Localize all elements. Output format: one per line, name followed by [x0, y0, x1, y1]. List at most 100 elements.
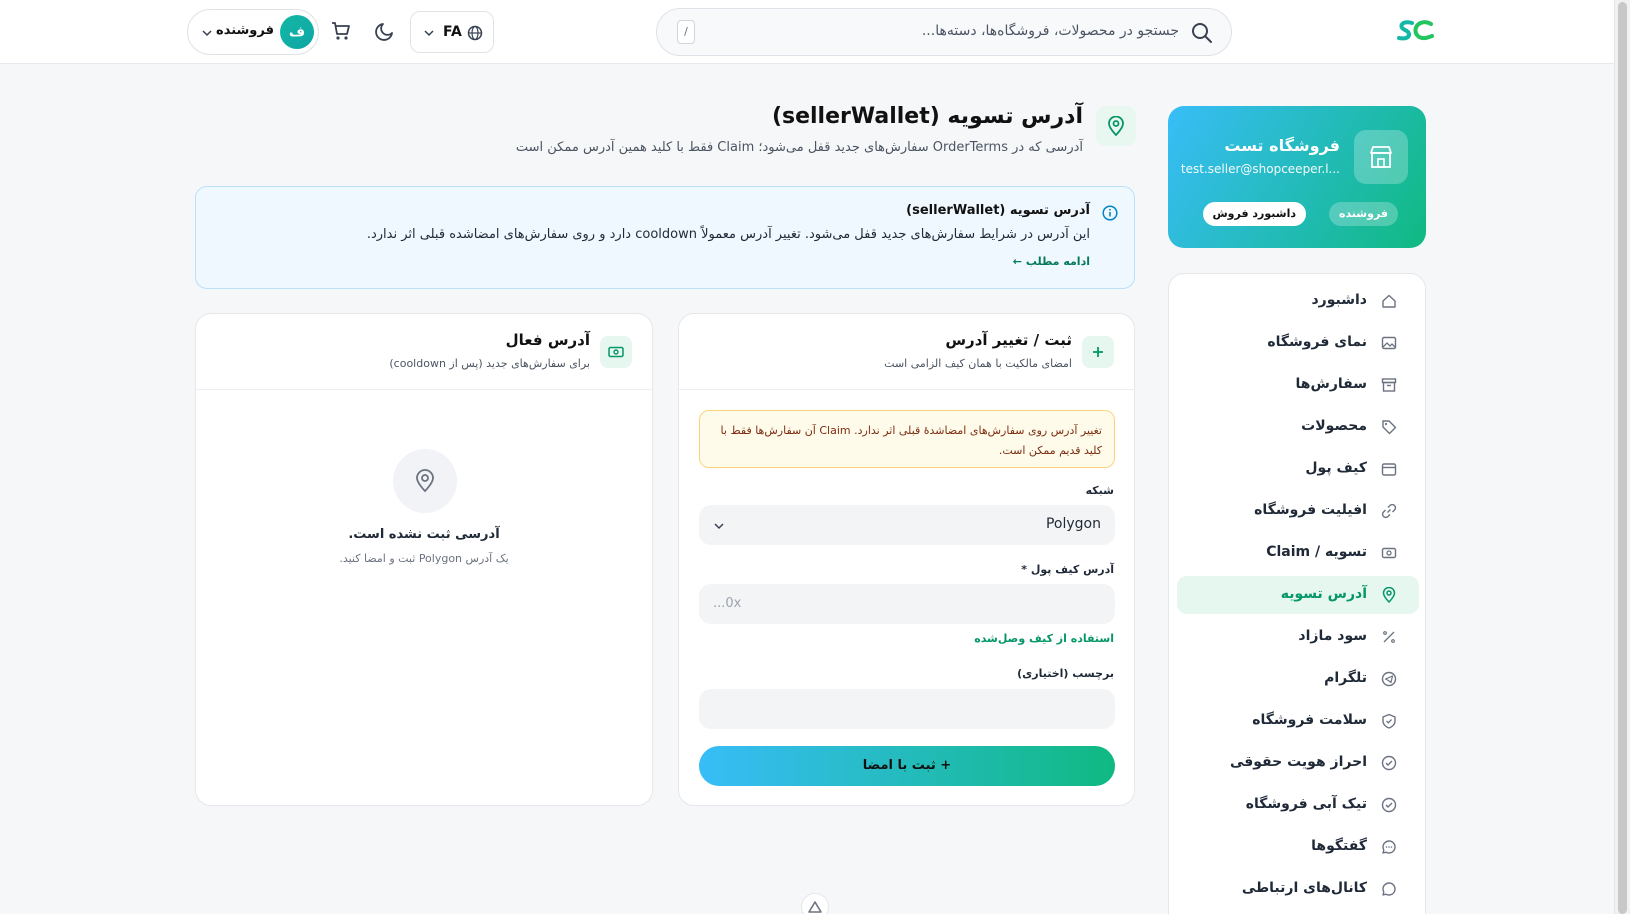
sidebar-item-label: سلامت فروشگاه — [1252, 712, 1367, 728]
search-bar[interactable]: جستجو در محصولات، فروشگاه‌ها، دسته‌ها...… — [656, 8, 1232, 56]
sidebar-item[interactable]: سفارش‌ها — [1177, 366, 1419, 404]
page-subtitle: آدرسی که در OrderTerms سفارش‌های جدید قف… — [515, 140, 1083, 155]
sidebar-item-label: تیک آبی فروشگاه — [1245, 796, 1367, 812]
shield-icon — [1382, 713, 1396, 729]
active-address-card: آدرس فعال برای سفارش‌های جدید (پس از coo… — [195, 313, 653, 806]
store-role-chip[interactable]: فروشنده — [1328, 202, 1398, 226]
read-more-link[interactable]: ادامه مطلب ← — [1013, 255, 1090, 268]
warning-box: تغییر آدرس روی سفارش‌های امضاشدهٔ قبلی ا… — [699, 410, 1115, 468]
banknote-icon — [608, 346, 624, 358]
moon-icon[interactable] — [373, 19, 397, 43]
check-circle-icon — [1381, 755, 1397, 771]
map-pin-icon — [1382, 587, 1396, 603]
message-circle-icon — [1382, 882, 1396, 896]
banknote-icon — [1381, 547, 1397, 559]
sidebar-item[interactable]: کیف پول — [1177, 450, 1419, 488]
archive-icon — [1381, 378, 1397, 392]
sidebar-item[interactable]: تلگرام — [1177, 660, 1419, 698]
use-connected-wallet-link[interactable]: استفاده از کیف وصل‌شده — [974, 632, 1114, 645]
sidebar-item[interactable]: افیلیت فروشگاه — [1177, 492, 1419, 530]
warning-text: تغییر آدرس روی سفارش‌های امضاشدهٔ قبلی ا… — [720, 424, 1102, 457]
sidebar-item[interactable]: سلامت فروشگاه — [1177, 702, 1419, 740]
language-selector[interactable]: FA — [410, 11, 494, 53]
sidebar-item[interactable]: نمای فروشگاه — [1177, 324, 1419, 362]
sidebar-item[interactable]: محصولات — [1177, 408, 1419, 446]
tag-input[interactable] — [699, 689, 1115, 729]
network-select[interactable]: Polygon — [699, 505, 1115, 545]
triangle-logo-icon — [808, 901, 822, 913]
image-icon — [1381, 336, 1397, 350]
wallet-address-input[interactable]: 0x... — [699, 584, 1115, 624]
plus-icon — [1093, 347, 1103, 357]
map-pin-icon — [1108, 116, 1124, 136]
empty-state-title: آدرسی ثبت نشده است. — [348, 527, 500, 542]
sidebar-item[interactable]: تیک آبی فروشگاه — [1177, 786, 1419, 824]
info-title: آدرس تسویه (sellerWallet) — [906, 203, 1090, 218]
language-label: FA — [443, 24, 462, 40]
card-icon-badge — [600, 336, 632, 368]
empty-state-icon — [393, 449, 457, 513]
sidebar-item[interactable]: کانال‌های ارتباطی — [1177, 870, 1419, 908]
search-placeholder: جستجو در محصولات، فروشگاه‌ها، دسته‌ها... — [921, 23, 1179, 39]
sidebar-item-label: آدرس تسویه — [1280, 586, 1367, 602]
sidebar-item-label: تلگرام — [1324, 670, 1367, 686]
wallet-icon — [1381, 463, 1397, 476]
chevron-down-icon — [424, 30, 434, 37]
cart-icon[interactable] — [329, 19, 353, 43]
info-banner: آدرس تسویه (sellerWallet) این آدرس در شر… — [195, 186, 1135, 289]
empty-state-subtitle: یک آدرس Polygon ثبت و امضا کنید. — [339, 552, 509, 565]
link-icon — [1381, 503, 1397, 519]
sales-dashboard-chip[interactable]: داشبورد فروش — [1202, 202, 1306, 226]
sidebar-item[interactable]: گفتگوها — [1177, 828, 1419, 866]
page-scrollbar[interactable] — [1614, 0, 1630, 914]
card-subtitle: برای سفارش‌های جدید (پس از cooldown) — [389, 357, 590, 370]
store-name: فروشگاه تست — [1224, 136, 1340, 155]
scrollbar-thumb[interactable] — [1618, 2, 1627, 914]
chevron-down-icon — [714, 523, 724, 530]
card-icon-badge — [1082, 336, 1114, 368]
user-role-label: فروشنده — [216, 23, 274, 38]
user-menu[interactable]: ف فروشنده — [187, 9, 319, 55]
info-icon — [1102, 205, 1118, 221]
badge-check-icon — [1381, 797, 1397, 813]
sidebar-item[interactable]: سود مازاد — [1177, 618, 1419, 656]
floating-toggle[interactable] — [801, 893, 829, 914]
tag-label: برچسب (اختیاری) — [1017, 667, 1114, 680]
info-text: این آدرس در شرایط سفارش‌های جدید قفل می‌… — [366, 227, 1090, 242]
sidebar-item-label: افیلیت فروشگاه — [1254, 502, 1367, 518]
network-value: Polygon — [1045, 516, 1101, 532]
card-title: آدرس فعال — [505, 331, 590, 349]
sidebar-nav: داشبورد نمای فروشگاه سفارش‌ها محصولات کیف پو… — [1168, 273, 1426, 914]
wallet-address-placeholder: 0x... — [713, 596, 742, 611]
store-email: test.seller@shopceeper.l... — [1180, 162, 1340, 176]
sidebar-item[interactable]: احراز هویت حقوقی — [1177, 744, 1419, 782]
sidebar-item-label: گفتگوها — [1311, 838, 1367, 854]
avatar: ف — [280, 15, 314, 49]
sidebar-item-label: محصولات — [1301, 418, 1367, 434]
chat-icon — [1382, 840, 1396, 854]
page-pin-badge — [1096, 106, 1136, 146]
sidebar-item-label: سفارش‌ها — [1295, 376, 1367, 392]
page-title: آدرس تسویه (sellerWallet) — [771, 104, 1083, 129]
top-bar: جستجو در محصولات، فروشگاه‌ها، دسته‌ها...… — [0, 0, 1614, 64]
tag-icon — [1382, 420, 1397, 435]
sidebar-item-label: داشبورد — [1311, 292, 1368, 308]
card-header: ثبت / تغییر آدرس امضای مالکیت با همان کی… — [679, 314, 1134, 390]
sidebar-item[interactable]: داشبورد — [1177, 282, 1419, 320]
globe-icon — [467, 25, 483, 41]
sidebar-item-label: کانال‌های ارتباطی — [1241, 880, 1367, 896]
chevron-down-icon — [202, 30, 212, 37]
sidebar-item[interactable]: آدرس تسویه — [1177, 576, 1419, 614]
percent-icon — [1383, 631, 1395, 643]
sidebar-item-label: احراز هویت حقوقی — [1229, 754, 1367, 770]
store-card: فروشگاه تست test.seller@shopceeper.l... … — [1168, 106, 1426, 248]
logo-icon[interactable] — [1396, 18, 1434, 44]
card-subtitle: امضای مالکیت با همان کیف الزامی است — [884, 357, 1072, 370]
submit-sign-button[interactable]: + ثبت با امضا — [699, 746, 1115, 786]
wallet-address-label: آدرس کیف پول * — [1021, 563, 1114, 576]
search-shortcut-key: / — [677, 20, 695, 44]
sidebar-item[interactable]: تسویه / Claim — [1177, 534, 1419, 572]
map-pin-icon — [416, 469, 434, 493]
card-header: آدرس فعال برای سفارش‌های جدید (پس از coo… — [196, 314, 652, 390]
search-icon — [1192, 23, 1212, 43]
